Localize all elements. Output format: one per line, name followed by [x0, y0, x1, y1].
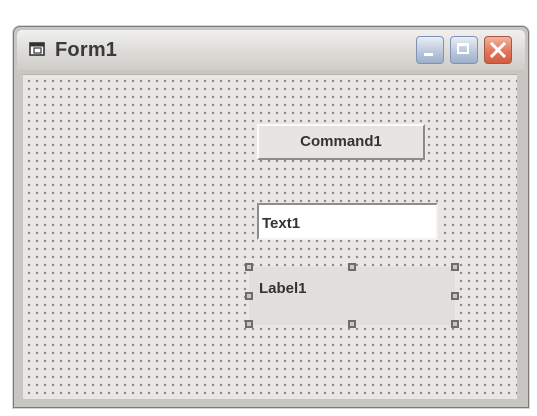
form-design-surface[interactable]: Command1 Label1: [23, 74, 517, 399]
resize-handle-top-middle[interactable]: [348, 263, 356, 271]
maximize-button[interactable]: [450, 36, 478, 64]
resize-handle-top-left[interactable]: [245, 263, 253, 271]
resize-handle-bottom-middle[interactable]: [348, 320, 356, 328]
close-button[interactable]: [484, 36, 512, 64]
resize-handle-bottom-right[interactable]: [451, 320, 459, 328]
label1-label[interactable]: Label1: [249, 267, 455, 325]
resize-handle-top-right[interactable]: [451, 263, 459, 271]
form-window: Form1 Command1 Label1: [13, 26, 529, 408]
command1-button[interactable]: Command1: [257, 124, 425, 160]
label1-text: Label1: [259, 280, 307, 297]
minimize-button[interactable]: [416, 36, 444, 64]
window-title: Form1: [55, 39, 118, 61]
form-icon: [29, 42, 45, 56]
close-icon: [490, 42, 506, 58]
text1-textbox[interactable]: [257, 203, 438, 240]
resize-handle-middle-left[interactable]: [245, 292, 253, 300]
resize-handle-bottom-left[interactable]: [245, 320, 253, 328]
title-bar[interactable]: Form1: [17, 30, 525, 70]
resize-handle-middle-right[interactable]: [451, 292, 459, 300]
